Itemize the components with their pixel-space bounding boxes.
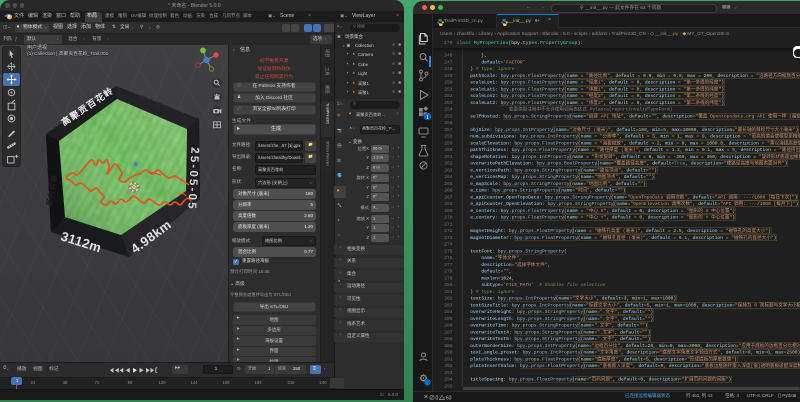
svg-text:63: 63 [446, 395, 452, 401]
svg-text:1: 1 [425, 115, 428, 121]
svg-text:0: 0 [435, 395, 438, 401]
